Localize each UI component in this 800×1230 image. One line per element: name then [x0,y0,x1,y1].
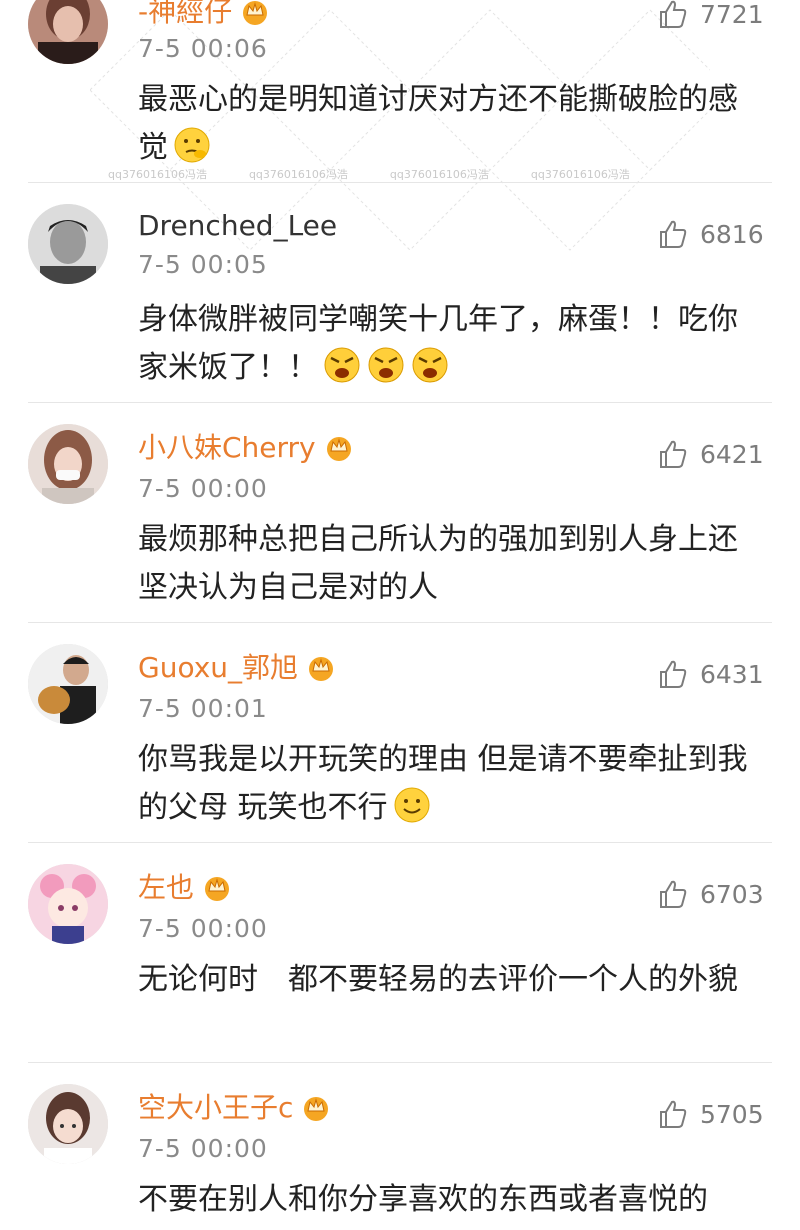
vip-crown-icon [304,1097,329,1121]
angry-emoji-icon [324,347,360,383]
vip-crown-icon [309,657,334,681]
avatar[interactable] [28,644,108,724]
divider [28,182,772,183]
comment-time: 7-5 00:00 [138,474,268,503]
comment-text: 无论何时 都不要轻易的去评价一个人的外貌 [138,962,738,997]
comment-time: 7-5 00:00 [138,1134,268,1163]
thumbs-up-icon [660,220,687,248]
username[interactable]: Guoxu_郭旭 [138,648,298,688]
comment-text: 最烦那种总把自己所认为的强加到别人身上还坚决认为自己是对的人 [138,522,738,605]
like-button[interactable]: 6431 [656,654,764,694]
divider [28,1062,772,1063]
avatar[interactable] [28,864,108,944]
like-button[interactable]: 6703 [656,874,764,914]
vip-crown-icon [326,437,351,461]
like-button[interactable]: 6421 [656,434,764,474]
thumbs-up-icon [660,1100,687,1128]
thumbs-up-icon [660,440,687,468]
comment-body: 不要在别人和你分享喜欢的东西或者喜悦的 [138,1176,758,1224]
angry-emoji-icon [368,347,404,383]
comment-text: 不要在别人和你分享喜欢的东西或者喜悦的 [138,1182,708,1217]
divider [28,402,772,403]
avatar[interactable] [28,424,108,504]
comment-text: 最恶心的是明知道讨厌对方还不能撕破脸的感觉 [138,82,738,165]
divider [28,622,772,623]
username[interactable]: 小八妹Cherry [138,428,316,468]
thumbs-up-icon [660,660,687,688]
username[interactable]: 空大小王子c [138,1088,293,1128]
divider [28,842,772,843]
comment-time: 7-5 00:05 [138,250,268,279]
like-count: 7721 [700,0,764,29]
comment-text: 你骂我是以开玩笑的理由 但是请不要牵扯到我的父母 玩笑也不行 [138,742,748,825]
like-button[interactable]: 6816 [656,214,764,254]
like-count: 5705 [700,1099,764,1129]
thumbs-up-icon [660,880,687,908]
comment-body: 无论何时 都不要轻易的去评价一个人的外貌 [138,956,758,1004]
like-count: 6431 [700,659,764,689]
avatar[interactable] [28,1084,108,1164]
smile-emoji-icon [394,787,430,823]
username[interactable]: Drenched_Lee [138,206,337,246]
comment-body: 最恶心的是明知道讨厌对方还不能撕破脸的感觉 [138,76,758,172]
comment-time: 7-5 00:06 [138,34,268,63]
comment-feed: -神經仔 7721 7-5 00:06 最恶心的是明知道讨厌对方还不能撕破脸的感… [0,0,800,1230]
like-count: 6421 [700,439,764,469]
like-count: 6816 [700,219,764,249]
username[interactable]: -神經仔 [138,0,232,32]
thumbs-up-icon [660,0,687,28]
comment-body: 最烦那种总把自己所认为的强加到别人身上还坚决认为自己是对的人 [138,516,758,612]
vip-crown-icon [205,877,230,901]
avatar[interactable] [28,204,108,284]
comment-body: 你骂我是以开玩笑的理由 但是请不要牵扯到我的父母 玩笑也不行 [138,736,758,832]
like-button[interactable]: 5705 [656,1094,764,1134]
comment-time: 7-5 00:01 [138,694,268,723]
avatar[interactable] [28,0,108,64]
comment-time: 7-5 00:00 [138,914,268,943]
angry-emoji-icon [412,347,448,383]
like-count: 6703 [700,879,764,909]
thinking-emoji-icon [174,127,210,163]
username[interactable]: 左也 [138,868,194,908]
like-button[interactable]: 7721 [656,0,764,34]
vip-crown-icon [243,1,268,25]
comment-body: 身体微胖被同学嘲笑十几年了，麻蛋！！吃你家米饭了！！ [138,296,758,392]
